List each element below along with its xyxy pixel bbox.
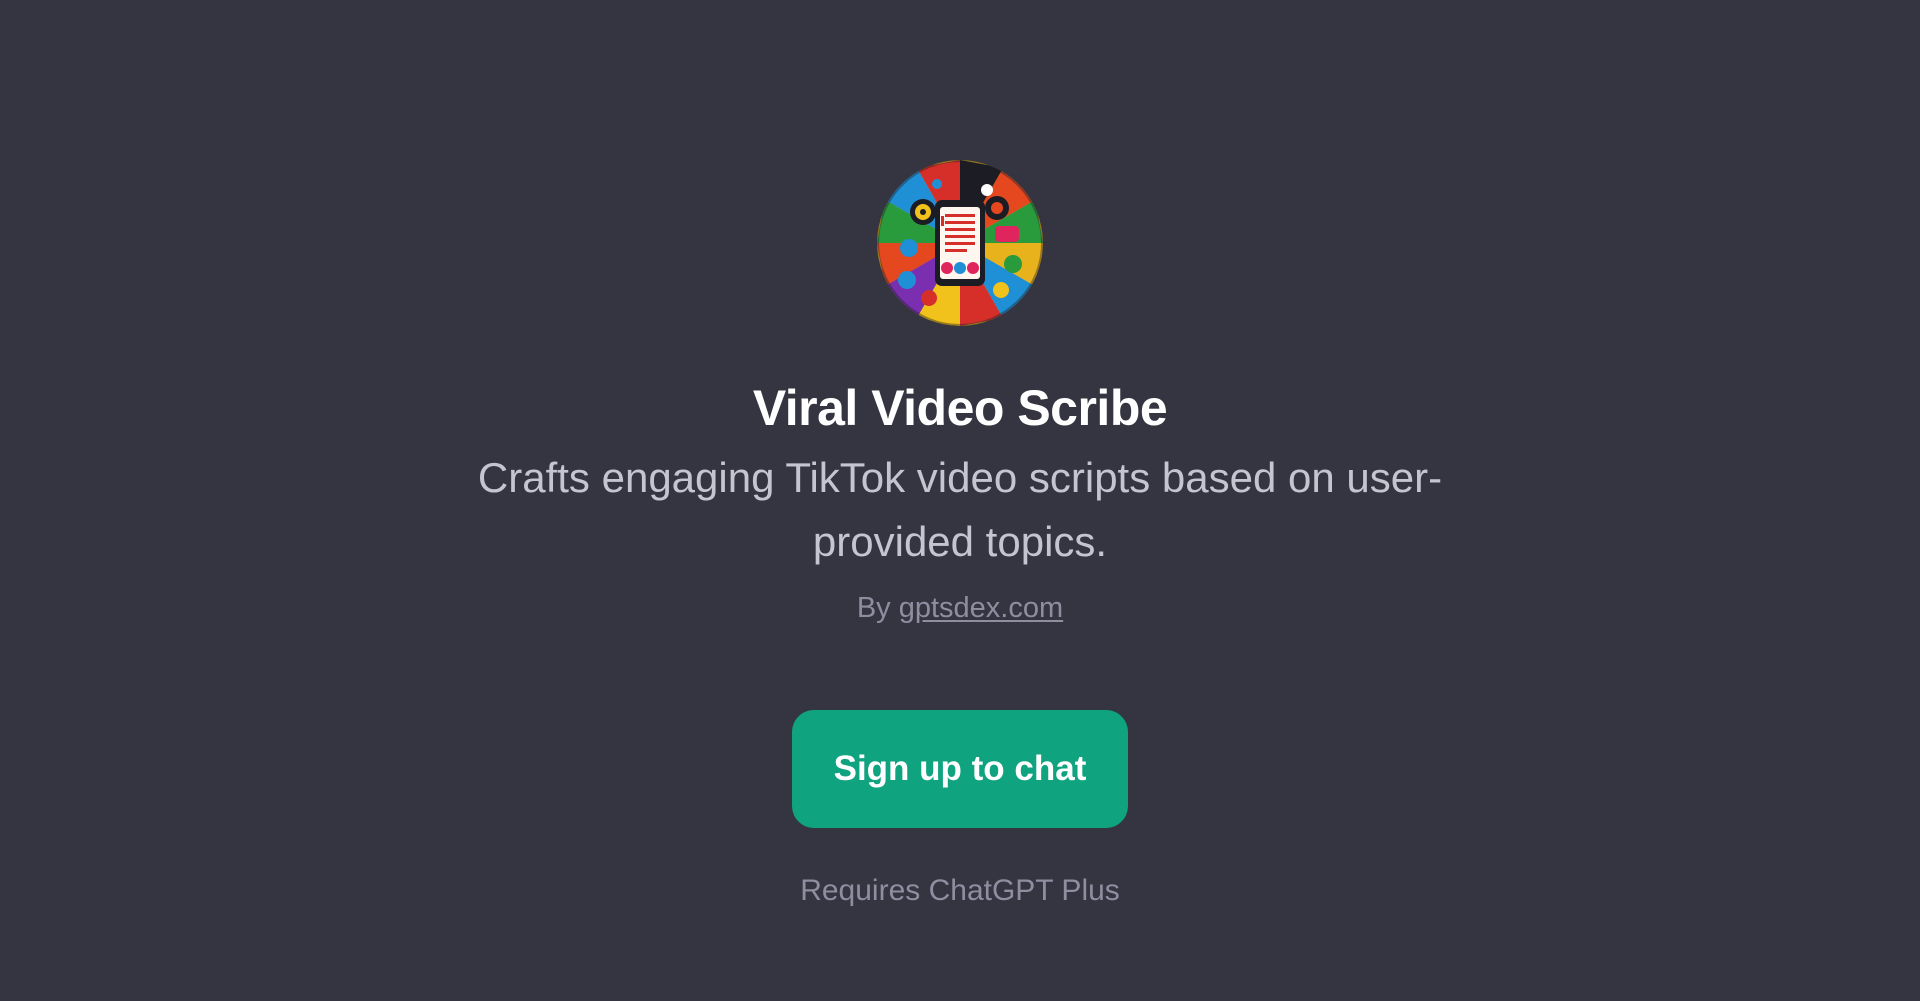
gpt-landing-page: Viral Video Scribe Crafts engaging TikTo… (0, 0, 1920, 1001)
author-link[interactable]: gptsdex.com (899, 592, 1063, 624)
requirement-note: Requires ChatGPT Plus (800, 874, 1120, 907)
gpt-avatar-icon (877, 160, 1043, 326)
sign-up-to-chat-button[interactable]: Sign up to chat (792, 710, 1128, 828)
author-byline: By gptsdex.com (0, 588, 1920, 628)
gpt-description: Crafts engaging TikTok video scripts bas… (477, 454, 1443, 565)
author-prefix: By (856, 592, 891, 624)
gpt-title: Viral Video Scribe (752, 380, 1168, 436)
